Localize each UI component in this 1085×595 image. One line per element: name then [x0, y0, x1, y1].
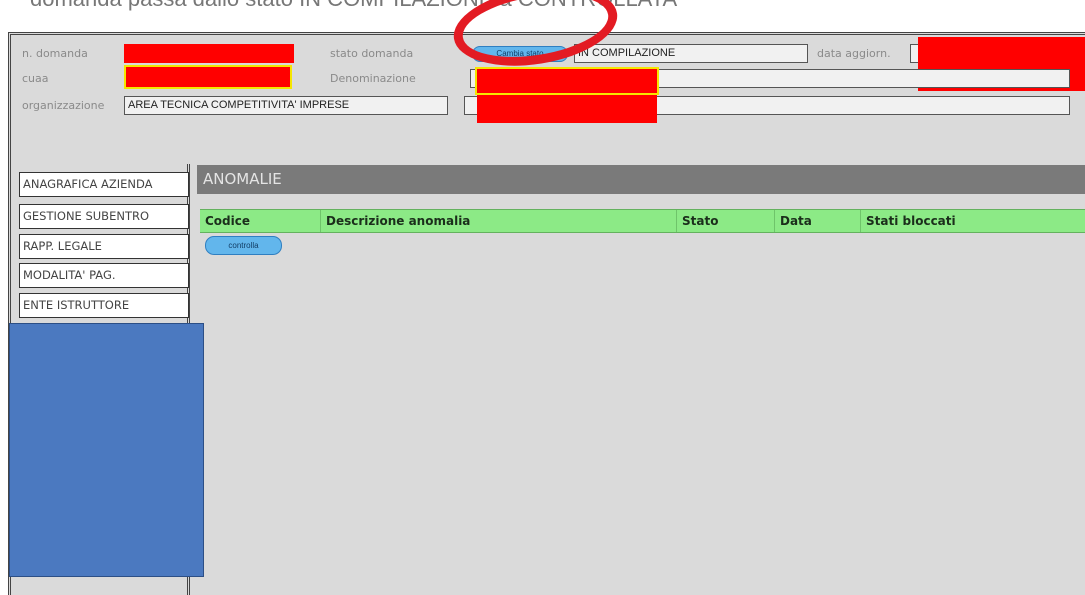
stato-domanda-label: stato domanda [330, 47, 414, 60]
redacted-secondary-org [477, 95, 657, 123]
column-header-descrizione: Descrizione anomalia [320, 210, 676, 232]
organizzazione-label: organizzazione [22, 99, 105, 112]
caption-text: domanda passa dallo stato IN COMPILAZION… [30, 0, 1080, 12]
redacted-block [9, 323, 204, 577]
anomalie-table-header: Codice Descrizione anomalia Stato Data S… [200, 209, 1085, 233]
cuaa-label: cuaa [22, 72, 49, 85]
column-header-codice: Codice [205, 214, 251, 228]
cambia-stato-button[interactable]: Cambia stato [472, 46, 568, 62]
nav-gestione-subentro[interactable]: GESTIONE SUBENTRO [19, 204, 189, 229]
stato-domanda-field: IN COMPILAZIONE [574, 44, 808, 63]
organizzazione-field: AREA TECNICA COMPETITIVITA' IMPRESE [124, 96, 448, 115]
nav-anagrafica-azienda[interactable]: ANAGRAFICA AZIENDA [19, 172, 189, 197]
column-header-stati-bloccati: Stati bloccati [860, 210, 1085, 232]
redacted-n-domanda-field [124, 44, 294, 63]
nav-modalita-pag[interactable]: MODALITA' PAG. [19, 263, 189, 288]
redacted-denominazione [475, 67, 659, 95]
n-domanda-label: n. domanda [22, 47, 88, 60]
controlla-button[interactable]: controlla [205, 236, 282, 255]
data-aggiorn-label: data aggiorn. [817, 47, 891, 60]
column-header-data: Data [774, 210, 860, 232]
nav-rapp-legale[interactable]: RAPP. LEGALE [19, 234, 189, 259]
column-header-stato: Stato [676, 210, 774, 232]
nav-ente-istruttore[interactable]: ENTE ISTRUTTORE [19, 293, 189, 318]
denominazione-label: Denominazione [330, 72, 416, 85]
redacted-cuaa-field [124, 65, 292, 89]
section-title: ANOMALIE [197, 165, 1085, 194]
